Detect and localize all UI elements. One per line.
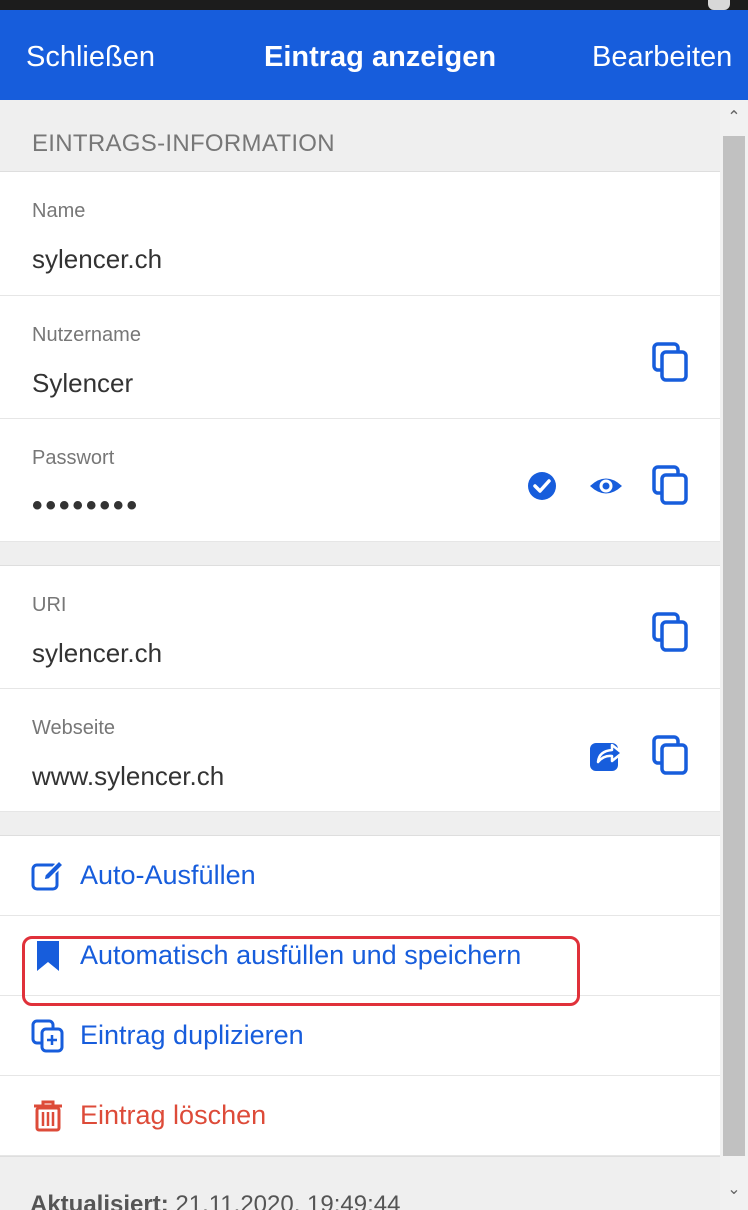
delete-label: Eintrag löschen — [80, 1100, 267, 1130]
eye-icon[interactable] — [584, 463, 628, 507]
check-circle-icon[interactable] — [520, 463, 564, 507]
updated-label: Aktualisiert: — [30, 1191, 169, 1210]
section-divider — [0, 812, 720, 836]
app-header: Schließen Eintrag anzeigen Bearbeiten — [0, 10, 748, 100]
username-value: Sylencer — [32, 368, 134, 398]
autofill-and-save-label: Automatisch ausfüllen und speichern — [80, 940, 522, 970]
website-field-row: Webseite www.sylencer.ch — [0, 689, 720, 812]
copy-icon[interactable] — [648, 463, 692, 507]
uri-label: URI — [32, 594, 67, 616]
window-top-strip — [0, 0, 748, 10]
uri-value: sylencer.ch — [32, 638, 163, 668]
footer-updated: Aktualisiert: 21.11.2020, 19:49:44 — [0, 1156, 720, 1210]
section-divider — [0, 542, 720, 566]
scrollbar[interactable]: ⌃ ⌄ — [720, 100, 748, 1210]
bookmark-icon — [30, 938, 66, 974]
share-icon[interactable] — [584, 733, 628, 777]
password-field-row: Passwort •••••••• — [0, 419, 720, 542]
username-label: Nutzername — [32, 324, 141, 346]
website-label: Webseite — [32, 717, 116, 739]
scroll-up-arrow-icon[interactable]: ⌃ — [720, 104, 748, 132]
edit-icon — [30, 858, 66, 894]
password-value: •••••••• — [32, 489, 141, 522]
copy-icon[interactable] — [648, 610, 692, 654]
close-button[interactable]: Schließen — [26, 40, 155, 74]
page-title: Eintrag anzeigen — [264, 41, 497, 73]
window-notch — [708, 0, 730, 10]
actions-list: Auto-Ausfüllen Automatisch ausfüllen und… — [0, 836, 720, 1156]
username-field-row: Nutzername Sylencer — [0, 296, 720, 419]
autofill-and-save-action[interactable]: Automatisch ausfüllen und speichern — [0, 916, 720, 996]
delete-action[interactable]: Eintrag löschen — [0, 1076, 720, 1156]
section-header: EINTRAGS-INFORMATION — [0, 100, 720, 172]
duplicate-label: Eintrag duplizieren — [80, 1020, 304, 1050]
trash-icon — [30, 1098, 66, 1134]
scrollbar-thumb[interactable] — [723, 136, 745, 1156]
scroll-down-arrow-icon[interactable]: ⌄ — [720, 1176, 748, 1204]
autofill-label: Auto-Ausfüllen — [80, 860, 256, 890]
item-view-content: EINTRAGS-INFORMATION Name sylencer.ch Nu… — [0, 100, 720, 1210]
copy-icon[interactable] — [648, 340, 692, 384]
name-value: sylencer.ch — [32, 244, 163, 274]
duplicate-icon — [30, 1018, 66, 1054]
updated-value: 21.11.2020, 19:49:44 — [175, 1191, 401, 1210]
duplicate-action[interactable]: Eintrag duplizieren — [0, 996, 720, 1076]
password-label: Passwort — [32, 447, 115, 469]
edit-button[interactable]: Bearbeiten — [592, 40, 732, 74]
name-label: Name — [32, 200, 86, 222]
uri-field-row: URI sylencer.ch — [0, 566, 720, 689]
autofill-action[interactable]: Auto-Ausfüllen — [0, 836, 720, 916]
website-value: www.sylencer.ch — [32, 761, 225, 791]
copy-icon[interactable] — [648, 733, 692, 777]
name-field-row: Name sylencer.ch — [0, 172, 720, 296]
